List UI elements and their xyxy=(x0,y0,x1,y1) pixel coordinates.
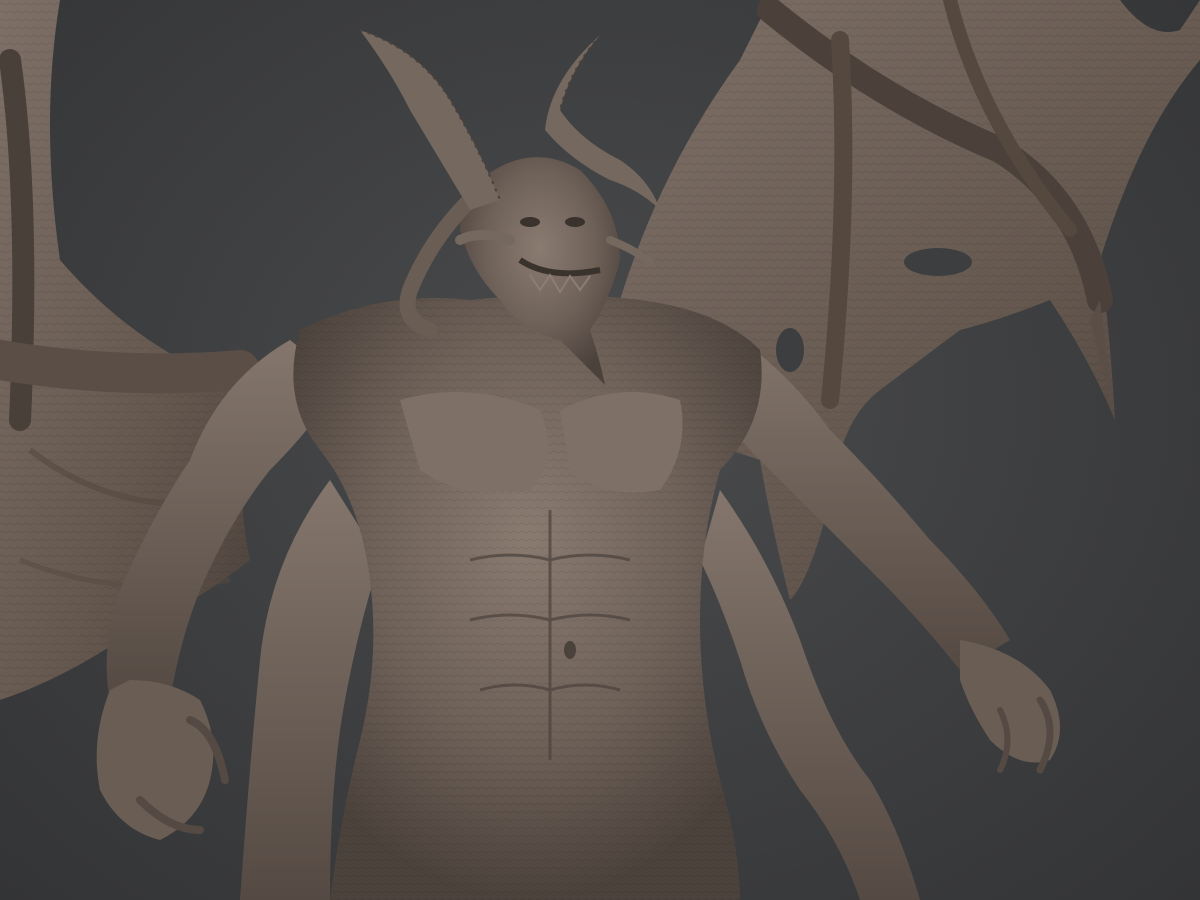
render-viewport xyxy=(0,0,1200,900)
demon-sculpt-render xyxy=(0,0,1200,900)
